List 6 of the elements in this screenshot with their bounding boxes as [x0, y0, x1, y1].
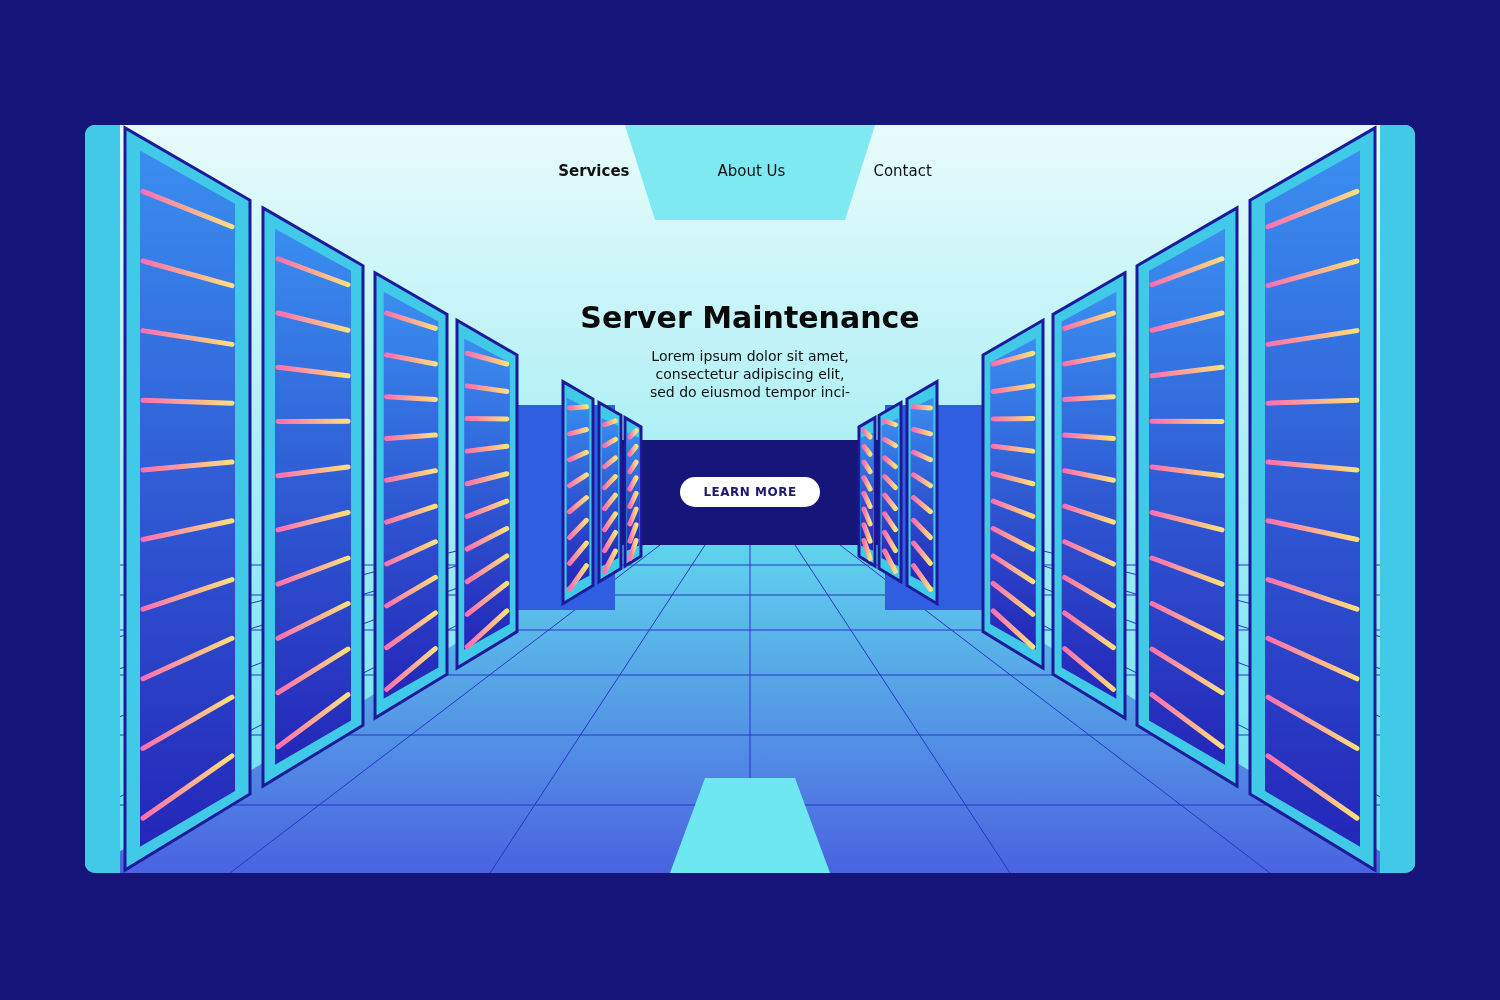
nav-link[interactable]: Contact — [869, 160, 936, 182]
learn-more-button[interactable]: LEARN MORE — [680, 477, 820, 507]
nav-link[interactable]: About Us — [713, 160, 790, 182]
hero-text: Lorem ipsum dolor sit amet, consectetur adipiscing elit, sed do eiusmod tempor inci- — [649, 347, 851, 401]
hero-title: Server Maintenance — [580, 300, 920, 335]
nav-link[interactable]: Services — [554, 160, 634, 182]
